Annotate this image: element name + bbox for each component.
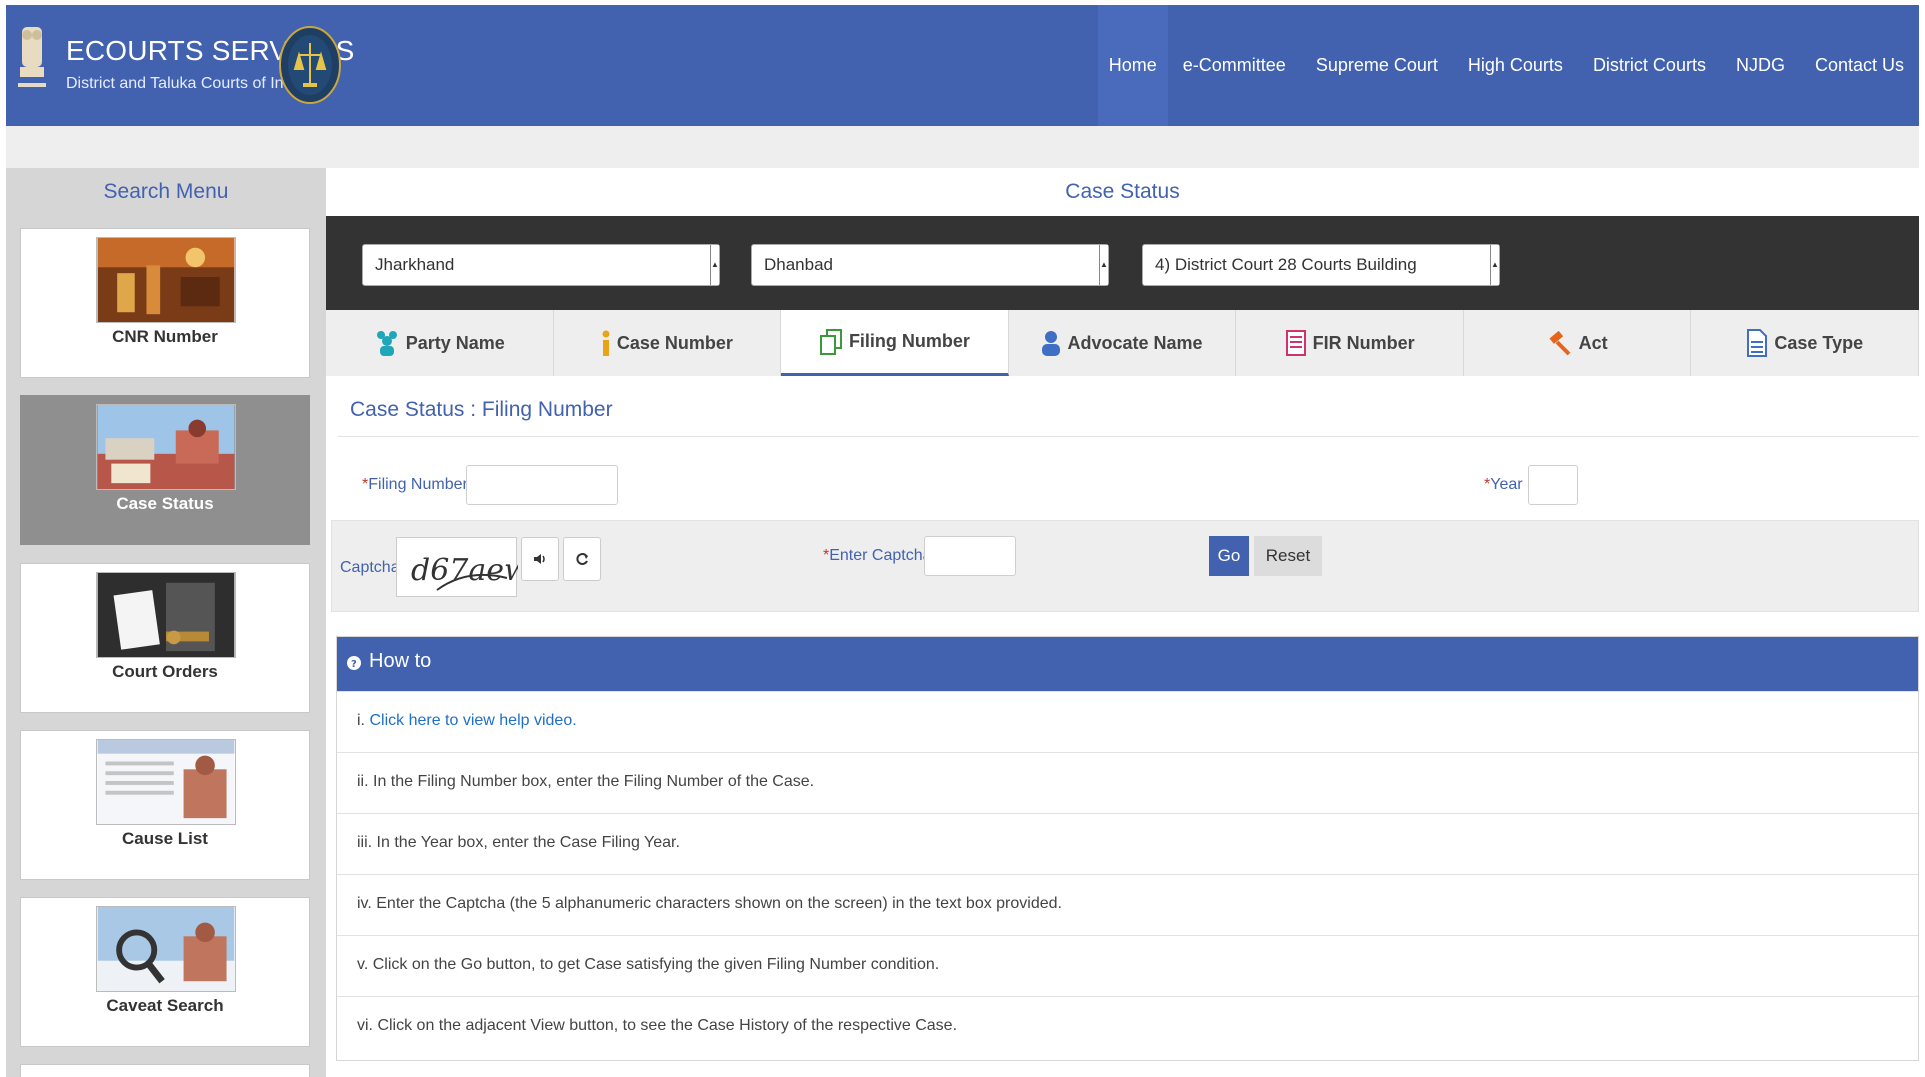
section-divider xyxy=(338,436,1919,437)
sidebar-item-label: Caveat Search xyxy=(106,996,224,1015)
tab-label: FIR Number xyxy=(1312,332,1415,353)
tab-case-number[interactable]: Case Number xyxy=(554,310,782,376)
ecourts-seal-icon xyxy=(279,26,341,104)
search-menu-title: Search Menu xyxy=(103,180,229,203)
how-to-panel: ? How to i. Click here to view help vide… xyxy=(336,636,1919,1061)
court-selection-bar: Jharkhand ▲▼ Dhanbad ▲▼ 4) District Cour… xyxy=(326,216,1919,310)
year-label: *Year xyxy=(1484,476,1523,493)
reset-button[interactable]: Reset xyxy=(1254,536,1322,576)
state-select[interactable]: Jharkhand ▲▼ xyxy=(362,244,727,286)
tab-case-type[interactable]: Case Type xyxy=(1691,310,1920,376)
tab-filing-number[interactable]: Filing Number xyxy=(781,310,1009,376)
select-arrow-icon: ▲▼ xyxy=(1099,245,1116,285)
refresh-icon xyxy=(576,553,588,565)
sidebar-item-label: Court Orders xyxy=(112,662,218,681)
nav-supreme-court[interactable]: Supreme Court xyxy=(1301,5,1453,126)
tab-advocate-name[interactable]: Advocate Name xyxy=(1009,310,1237,376)
tab-label: Act xyxy=(1578,332,1608,353)
district-select-value: Dhanbad xyxy=(764,255,834,274)
help-video-link[interactable]: Click here to view help video. xyxy=(369,712,576,729)
sidebar-item-label: Cause List xyxy=(122,829,208,848)
nav-home[interactable]: Home xyxy=(1097,5,1168,126)
how-to-step: i. Click here to view help video. xyxy=(337,691,1918,752)
nav-high-courts[interactable]: High Courts xyxy=(1453,5,1578,126)
nav-contact-us[interactable]: Contact Us xyxy=(1800,5,1919,126)
sidebar-item-court-orders[interactable]: Court Orders xyxy=(20,563,310,713)
select-arrow-icon: ▲▼ xyxy=(710,245,727,285)
district-select[interactable]: Dhanbad ▲▼ xyxy=(751,244,1116,286)
how-to-step: ii. In the Filing Number box, enter the … xyxy=(337,752,1918,813)
national-emblem-icon xyxy=(18,27,46,87)
step-prefix: i. xyxy=(357,712,370,729)
svg-text:?: ? xyxy=(351,659,357,670)
state-select-value: Jharkhand xyxy=(375,255,455,274)
court-complex-select[interactable]: 4) District Court 28 Courts Building ▲▼ xyxy=(1142,244,1507,286)
tab-party-name[interactable]: Party Name xyxy=(326,310,554,376)
cause-list-image xyxy=(96,739,236,825)
search-tabs: Party Name Case Number Filing Number Adv… xyxy=(326,310,1920,376)
volume-icon xyxy=(534,554,545,564)
tab-label: Party Name xyxy=(405,332,505,353)
gavel-icon xyxy=(1549,330,1571,356)
how-to-title: How to xyxy=(369,650,432,672)
captcha-input[interactable] xyxy=(924,536,1016,576)
users-icon xyxy=(376,331,397,356)
how-to-step: iv. Enter the Captcha (the 5 alphanumeri… xyxy=(337,874,1918,935)
header-spacer xyxy=(6,126,1919,168)
captcha-image: d67aew xyxy=(396,537,530,597)
nav-njdg[interactable]: NJDG xyxy=(1721,5,1800,126)
case-status-image xyxy=(96,404,236,490)
tab-act[interactable]: Act xyxy=(1464,310,1692,376)
sidebar-item-label: CNR Number xyxy=(112,327,218,346)
tab-fir-number[interactable]: FIR Number xyxy=(1236,310,1464,376)
how-to-step: iii. In the Year box, enter the Case Fil… xyxy=(337,813,1918,874)
tab-label: Case Number xyxy=(616,332,733,353)
search-menu-sidebar: Search Menu CNR Number Case Status Court… xyxy=(6,168,326,1077)
sidebar-item-caveat-search[interactable]: Caveat Search xyxy=(20,897,310,1047)
page-title: Case Status xyxy=(326,168,1919,216)
top-navigation: Home e-Committee Supreme Court High Cour… xyxy=(1097,5,1919,126)
captcha-audio-button[interactable] xyxy=(521,537,559,581)
how-to-header: ? How to xyxy=(337,637,1918,691)
user-icon xyxy=(1042,331,1061,356)
cnr-number-image xyxy=(96,237,236,323)
copy-document-icon xyxy=(819,328,842,355)
sidebar-item-more[interactable] xyxy=(20,1064,310,1077)
nav-district-courts[interactable]: District Courts xyxy=(1578,5,1721,126)
sidebar-item-case-status[interactable]: Case Status xyxy=(20,395,310,545)
select-arrow-icon: ▲▼ xyxy=(1490,245,1507,285)
year-input[interactable] xyxy=(1528,465,1578,505)
nav-e-committee[interactable]: e-Committee xyxy=(1168,5,1301,126)
captcha-text: d67aew xyxy=(411,553,518,588)
how-to-step: vi. Click on the adjacent View button, t… xyxy=(337,996,1918,1057)
list-document-icon xyxy=(1285,330,1306,356)
question-circle-icon: ? xyxy=(347,656,361,670)
go-button[interactable]: Go xyxy=(1209,536,1249,576)
brand-subtitle: District and Taluka Courts of India xyxy=(66,75,305,92)
site-header: ECOURTS SERVICES District and Taluka Cou… xyxy=(6,5,1919,126)
how-to-step: v. Click on the Go button, to get Case s… xyxy=(337,935,1918,996)
sidebar-item-cnr-number[interactable]: CNR Number xyxy=(20,228,310,378)
court-orders-image xyxy=(96,572,236,658)
sidebar-item-label: Case Status xyxy=(116,494,214,513)
tab-label: Advocate Name xyxy=(1067,332,1203,353)
main-content: Case Status Jharkhand ▲▼ Dhanbad ▲▼ 4) D… xyxy=(326,168,1920,1077)
sidebar-item-cause-list[interactable]: Cause List xyxy=(20,730,310,880)
captcha-label: Captcha xyxy=(340,559,400,576)
tab-label: Case Type xyxy=(1774,332,1864,353)
caveat-search-image xyxy=(96,906,236,992)
captcha-refresh-button[interactable] xyxy=(563,537,601,581)
filing-number-input[interactable] xyxy=(466,465,618,505)
court-complex-select-value: 4) District Court 28 Courts Building xyxy=(1155,255,1417,274)
info-icon xyxy=(602,330,610,356)
filing-number-label: *Filing Number xyxy=(362,476,468,493)
captcha-row: Captcha d67aew *Enter Captcha Go Reset xyxy=(331,520,1919,612)
file-text-icon xyxy=(1747,329,1768,357)
tab-label: Filing Number xyxy=(848,331,970,351)
enter-captcha-label: *Enter Captcha xyxy=(823,547,932,564)
section-title: Case Status : Filing Number xyxy=(350,398,613,421)
